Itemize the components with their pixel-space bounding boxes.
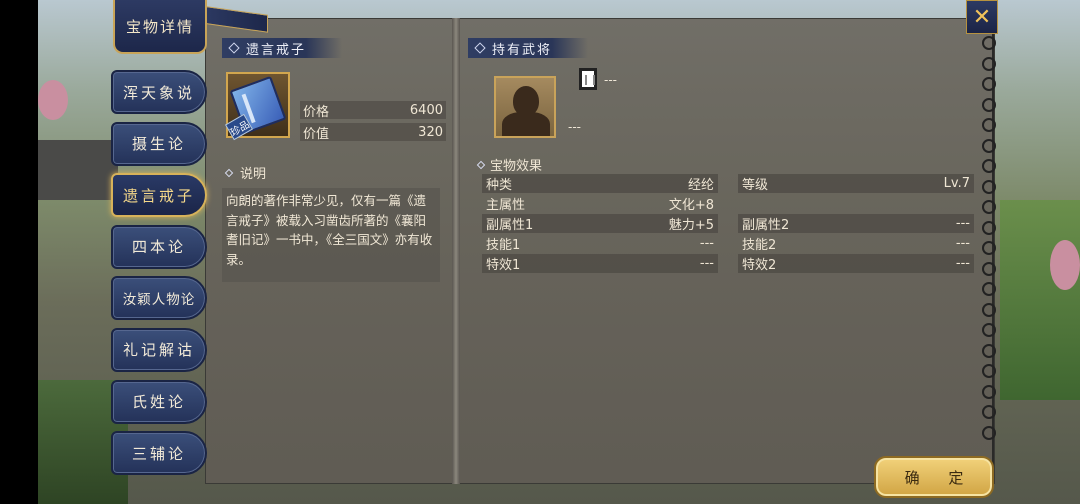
tab-7[interactable]: 三辅论 [111, 431, 207, 476]
table-row: 特效1 --- 特效2 --- [482, 254, 974, 273]
tab-1[interactable]: 摄生论 [111, 121, 207, 166]
effect-value: --- [955, 236, 970, 251]
window-title: 宝物详情 [113, 0, 207, 54]
holder-title: 持有武将 [492, 42, 553, 58]
effect-value: 经纶 [687, 178, 714, 193]
silhouette-body [502, 112, 550, 136]
effect-label: 副属性1 [486, 218, 534, 233]
diamond-icon [228, 42, 240, 54]
effect-value: --- [699, 256, 714, 271]
effect-label: 特效1 [486, 258, 521, 273]
tab-6[interactable]: 氏姓论 [111, 379, 207, 424]
effect-cell: 技能1 --- [482, 234, 718, 253]
effect-value: --- [955, 216, 970, 231]
effect-value: Lv.7 [943, 176, 970, 191]
effect-cell: 特效2 --- [738, 254, 974, 273]
item-icon-frame[interactable]: 珍品 [224, 72, 290, 141]
table-row: 主属性 文化+8 [482, 194, 974, 213]
effect-value: --- [699, 236, 714, 251]
effect-label: 特效2 [742, 258, 777, 273]
effect-cell: 副属性1 魅力+5 [482, 214, 718, 233]
effect-cell: 副属性2 --- [738, 214, 974, 233]
blossom-tree [38, 80, 68, 120]
description-header: 说明 [224, 163, 267, 182]
page-divider [452, 18, 460, 484]
game-screen: 宝物详情 浑天象说 摄生论 遗言戒子 四本论 汝颖人物论 礼记解诂 氏姓论 三辅… [0, 0, 1080, 504]
description-label: 说明 [240, 167, 267, 182]
book-rings [978, 36, 998, 476]
holder-header: 持有武将 [468, 38, 588, 58]
effects-title: 宝物效果 [490, 159, 543, 174]
close-icon: ✕ [972, 4, 992, 30]
tab-3[interactable]: 四本论 [111, 224, 207, 269]
item-name-header: 遗言戒子 [222, 38, 342, 58]
effect-cell: 技能2 --- [738, 234, 974, 253]
effect-value: 魅力+5 [668, 218, 714, 233]
tab-0[interactable]: 浑天象说 [111, 70, 207, 114]
letterbox-left [0, 0, 38, 504]
diamond-icon [224, 168, 234, 177]
table-row: 种类 经纶 等级 Lv.7 [482, 174, 974, 193]
close-button[interactable]: ✕ [966, 0, 998, 34]
tab-2-active[interactable]: 遗言戒子 [111, 173, 207, 218]
treasure-tab-list: 浑天象说 摄生论 遗言戒子 四本论 汝颖人物论 礼记解诂 氏姓论 三辅论 [111, 70, 209, 483]
holder-name: --- [604, 73, 617, 87]
effects-table: 种类 经纶 等级 Lv.7 主属性 文化+8 副属性1 魅力+5 副属性2 --- 技能1… [482, 174, 974, 274]
confirm-label: 确 定 [904, 468, 976, 487]
effect-value: 文化+8 [668, 198, 714, 213]
effect-cell [738, 194, 974, 213]
worth-row: 价值 320 [300, 123, 446, 142]
diamond-icon [476, 160, 486, 169]
item-description: 向朗的著作非常少见，仅有一篇《遗言戒子》被载入习凿齿所著的《襄阳耆旧记》一书中，… [222, 188, 440, 282]
blossom-tree-right [1050, 240, 1080, 290]
table-row: 技能1 --- 技能2 --- [482, 234, 974, 253]
effect-cell: 主属性 文化+8 [482, 194, 718, 213]
price-label: 价格 [303, 104, 330, 120]
effect-label: 主属性 [486, 198, 526, 213]
diamond-icon [474, 42, 486, 54]
tab-4[interactable]: 汝颖人物论 [111, 276, 207, 321]
foliage-right [1000, 200, 1080, 400]
confirm-button[interactable]: 确 定 [874, 456, 994, 498]
effect-label: 技能1 [486, 238, 521, 253]
building-roof [38, 140, 118, 200]
card-icon [579, 68, 597, 90]
effect-value: --- [955, 256, 970, 271]
general-portrait[interactable] [494, 76, 556, 138]
effect-cell: 等级 Lv.7 [738, 174, 974, 193]
effect-label: 等级 [742, 178, 769, 193]
tab-5[interactable]: 礼记解诂 [111, 327, 207, 372]
effect-label: 技能2 [742, 238, 777, 253]
worth-label: 价值 [303, 126, 330, 142]
effect-label: 副属性2 [742, 218, 790, 233]
effect-label: 种类 [486, 178, 513, 193]
price-row: 价格 6400 [300, 101, 446, 120]
item-name: 遗言戒子 [246, 42, 307, 58]
effect-cell: 特效1 --- [482, 254, 718, 273]
holder-sub: --- [568, 120, 581, 134]
price-value: 6400 [409, 102, 443, 118]
effect-cell: 种类 经纶 [482, 174, 718, 193]
worth-value: 320 [418, 124, 443, 140]
table-row: 副属性1 魅力+5 副属性2 --- [482, 214, 974, 233]
window-title-text: 宝物详情 [125, 17, 194, 36]
effects-header: 宝物效果 [476, 155, 543, 174]
